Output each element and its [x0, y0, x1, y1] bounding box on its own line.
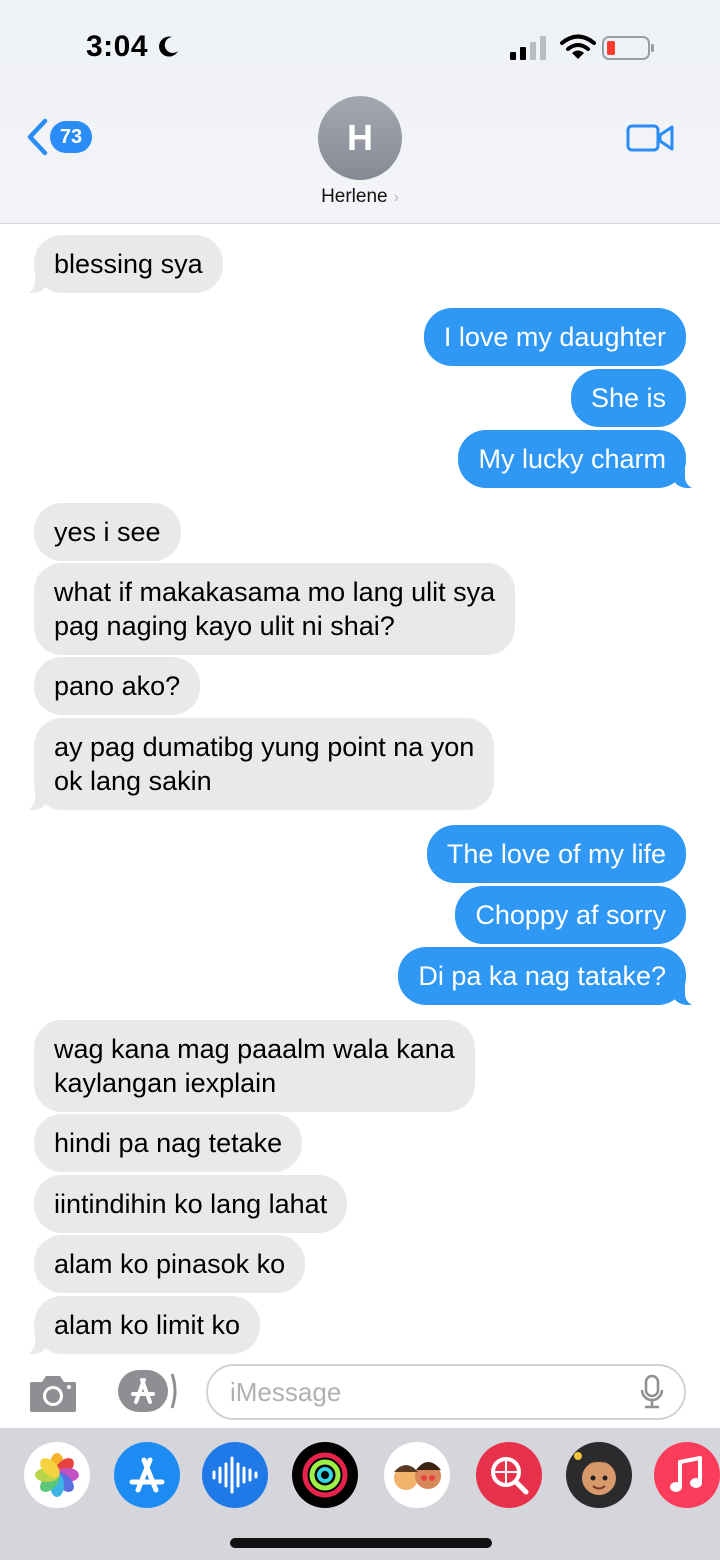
outgoing-message[interactable]: She is — [570, 369, 686, 427]
incoming-message[interactable]: hindi pa nag tetake — [34, 1114, 303, 1172]
contact-avatar[interactable]: H — [318, 96, 402, 180]
incoming-message[interactable]: alam ko limit ko — [20, 1296, 261, 1355]
chevron-right-icon: › — [393, 189, 399, 206]
back-button[interactable]: 73 — [26, 116, 106, 160]
conversation-header: 3:04 73 H Herlene › — [0, 0, 720, 224]
audio-message-icon[interactable] — [202, 1442, 268, 1508]
outgoing-message[interactable]: I love my daughter — [423, 308, 686, 366]
app-store-icon[interactable] — [114, 1442, 180, 1508]
message-thread[interactable]: blessing sya I love my daughter She is M… — [0, 224, 720, 1355]
imessage-input[interactable]: iMessage — [206, 1364, 686, 1420]
outgoing-message[interactable]: Choppy af sorry — [455, 886, 686, 944]
avatar-initial: H — [347, 117, 373, 158]
search-images-icon[interactable] — [476, 1442, 542, 1508]
memoji-stickers-icon[interactable] — [384, 1442, 450, 1508]
incoming-message[interactable]: wag kana mag paaalm wala kana kaylangan … — [34, 1020, 475, 1112]
contact-name: Herlene — [321, 186, 388, 207]
incoming-message[interactable]: pano ako? — [34, 657, 201, 715]
compose-bar: iMessage — [0, 1356, 720, 1428]
status-time: 3:04 — [86, 30, 149, 63]
imessage-app-drawer — [0, 1428, 720, 1560]
camera-icon[interactable] — [28, 1372, 78, 1414]
battery-icon — [602, 36, 654, 60]
fitness-activity-icon[interactable] — [292, 1442, 358, 1508]
outgoing-message[interactable]: My lucky charm — [458, 430, 699, 489]
music-icon[interactable] — [654, 1442, 720, 1508]
incoming-message[interactable]: yes i see — [34, 503, 181, 561]
photos-app-icon[interactable] — [24, 1442, 90, 1508]
facetime-video-icon[interactable] — [626, 122, 676, 154]
microphone-icon[interactable] — [640, 1374, 664, 1410]
incoming-message[interactable]: ay pag dumatibg yung point na yon ok lan… — [20, 718, 495, 811]
wifi-icon — [560, 34, 596, 59]
incoming-message[interactable]: alam ko pinasok ko — [34, 1235, 306, 1293]
incoming-message[interactable]: what if makakasama mo lang ulit sya pag … — [34, 563, 516, 655]
incoming-message[interactable]: blessing sya — [21, 235, 223, 294]
home-indicator[interactable] — [230, 1538, 492, 1548]
outgoing-message[interactable]: Di pa ka nag tatake? — [398, 947, 699, 1006]
chevron-left-icon — [27, 118, 48, 156]
imessage-placeholder: iMessage — [230, 1376, 342, 1407]
cellular-signal-icon — [510, 36, 546, 60]
focus-moon-icon — [159, 36, 178, 57]
contact-name-button[interactable]: Herlene › — [0, 186, 720, 208]
memoji-icon[interactable] — [566, 1442, 632, 1508]
app-store-apps-icon[interactable] — [116, 1368, 178, 1414]
outgoing-message[interactable]: The love of my life — [426, 825, 686, 883]
unread-count-badge: 73 — [50, 121, 92, 153]
incoming-message[interactable]: iintindihin ko lang lahat — [34, 1175, 348, 1233]
